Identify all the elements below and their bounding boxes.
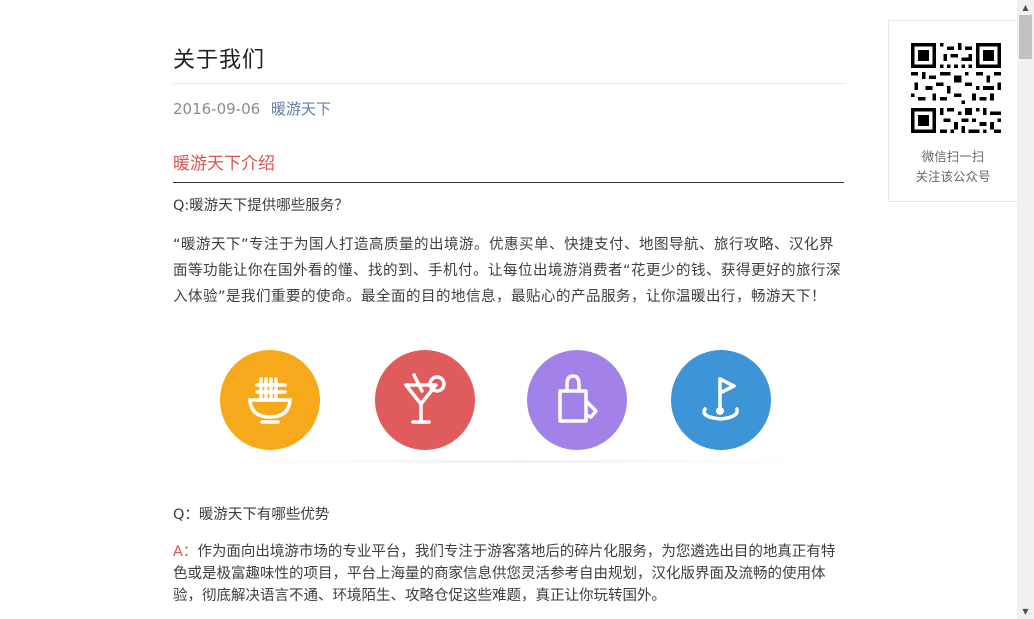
shopping-bag-icon xyxy=(527,350,627,450)
section-divider xyxy=(173,182,844,183)
page-title: 关于我们 xyxy=(173,48,266,73)
scroll-down-arrow-icon[interactable]: ▼ xyxy=(1017,604,1034,619)
qr-caption: 微信扫一扫 关注该公众号 xyxy=(889,147,1017,187)
publish-date: 2016-09-06 xyxy=(173,100,261,118)
question-advantages: Q：暖游天下有哪些优势 xyxy=(173,507,330,523)
scroll-thumb[interactable] xyxy=(1019,15,1032,59)
answer-prefix: A： xyxy=(173,544,198,560)
qr-caption-line1: 微信扫一扫 xyxy=(921,149,985,164)
map-pin-icon xyxy=(671,350,771,450)
qr-code-icon xyxy=(911,43,1001,133)
section-heading: 暖游天下介绍 xyxy=(173,154,275,174)
icons-shadow xyxy=(218,460,818,463)
scroll-up-arrow-icon[interactable]: ▲ xyxy=(1017,0,1034,15)
qr-caption-line2: 关注该公众号 xyxy=(915,169,991,184)
vertical-scrollbar[interactable]: ▲ ▼ xyxy=(1017,0,1034,619)
noodle-bowl-icon xyxy=(220,350,320,450)
cocktail-icon xyxy=(375,350,475,450)
article-meta: 2016-09-06 暖游天下 xyxy=(173,98,331,119)
intro-paragraph: “暖游天下”专注于为国人打造高质量的出境游。优惠买单、快捷支付、地图导航、旅行攻… xyxy=(173,237,842,305)
author-link[interactable]: 暖游天下 xyxy=(271,100,331,118)
title-divider xyxy=(173,83,844,84)
feature-icons xyxy=(218,350,818,463)
qr-panel: 微信扫一扫 关注该公众号 xyxy=(888,20,1018,202)
answer-advantages: A：作为面向出境游市场的专业平台，我们专注于游客落地后的碎片化服务，为您遴选出目… xyxy=(173,541,844,607)
answer-text: 作为面向出境游市场的专业平台，我们专注于游客落地后的碎片化服务，为您遴选出目的地… xyxy=(173,544,836,604)
question-services: Q:暖游天下提供哪些服务？ xyxy=(173,198,349,214)
